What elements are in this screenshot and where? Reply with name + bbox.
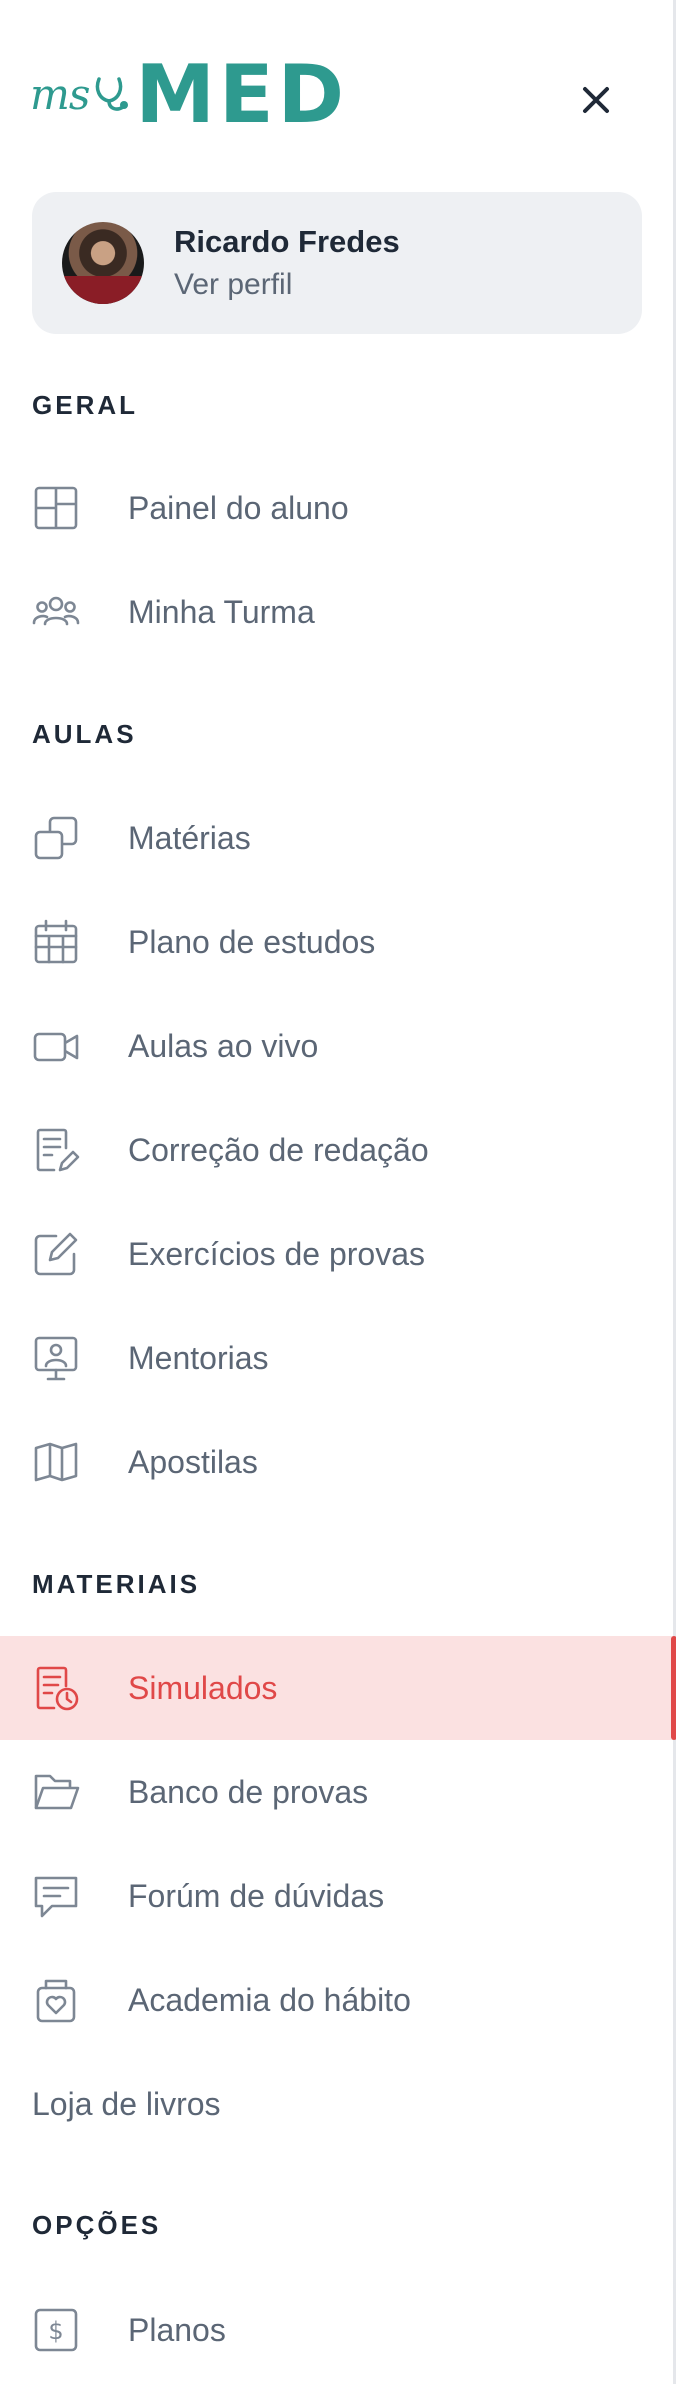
nav-item-apostilas[interactable]: Apostilas <box>0 1410 673 1514</box>
nav-item-academia-do-habito[interactable]: Academia do hábito <box>0 1948 673 2052</box>
profile-card[interactable]: Ricardo Fredes Ver perfil <box>32 192 642 334</box>
calendar-icon <box>32 918 80 966</box>
pencil-square-icon <box>32 1230 80 1278</box>
side-menu-drawer: ms MED Ricardo Fredes Ver perfil GERAL P… <box>0 0 676 2384</box>
close-icon <box>583 87 609 113</box>
nav-label: Banco de provas <box>128 1773 369 1810</box>
svg-text:$: $ <box>48 2317 63 2345</box>
nav-label: Exercícios de provas <box>128 1235 426 1272</box>
folder-open-icon <box>32 1768 80 1816</box>
users-group-icon <box>32 588 80 636</box>
nav-label: Correção de redação <box>128 1131 429 1168</box>
nav-item-materias[interactable]: Matérias <box>0 786 673 890</box>
section-aulas: AULAS <box>32 719 137 749</box>
stacked-squares-icon <box>32 814 80 862</box>
nav-item-correcao-de-redacao[interactable]: Correção de redação <box>0 1098 673 1202</box>
document-edit-icon <box>32 1126 80 1174</box>
dashboard-layout-icon <box>32 484 80 532</box>
section-geral: GERAL <box>32 390 138 420</box>
logo-wordmark: MED <box>135 48 349 141</box>
nav-label: Planos <box>128 2311 226 2348</box>
nav-label: Apostilas <box>128 1443 258 1480</box>
document-clock-icon <box>32 1664 80 1712</box>
video-camera-icon <box>32 1022 80 1070</box>
nav-label: Painel do aluno <box>128 489 349 526</box>
loja-de-livros-link[interactable]: Loja de livros <box>32 2086 221 2123</box>
profile-text: Ricardo Fredes Ver perfil <box>174 224 400 302</box>
nav-label: Forúm de dúvidas <box>128 1877 385 1914</box>
nav-label: Plano de estudos <box>128 923 376 960</box>
nav-item-painel[interactable]: Painel do aluno <box>0 456 673 560</box>
chat-message-icon <box>32 1872 80 1920</box>
nav-item-simulados[interactable]: Simulados <box>0 1636 676 1740</box>
open-book-icon <box>32 1438 80 1486</box>
msmed-logo: ms MED <box>30 55 350 135</box>
view-profile-link[interactable]: Ver perfil <box>174 268 400 302</box>
presentation-user-icon <box>32 1334 80 1382</box>
nav-item-exercicios-de-provas[interactable]: Exercícios de provas <box>0 1202 673 1306</box>
nav-item-aulas-ao-vivo[interactable]: Aulas ao vivo <box>0 994 673 1098</box>
nav-label: Mentorias <box>128 1339 269 1376</box>
dollar-badge-icon: $ <box>32 2306 80 2354</box>
nav-item-banco-de-provas[interactable]: Banco de provas <box>0 1740 673 1844</box>
stethoscope-icon <box>96 77 129 111</box>
nav-label: Simulados <box>128 1669 278 1706</box>
section-opcoes: OPÇÕES <box>32 2210 162 2240</box>
nav-item-minha-turma[interactable]: Minha Turma <box>0 560 673 664</box>
logo-prefix: ms <box>30 70 90 119</box>
nav-label: Minha Turma <box>128 593 315 630</box>
nav-item-forum-de-duvidas[interactable]: Forúm de dúvidas <box>0 1844 673 1948</box>
nav-label: Matérias <box>128 819 251 856</box>
nav-item-mentorias[interactable]: Mentorias <box>0 1306 673 1410</box>
nav-label: Aulas ao vivo <box>128 1027 319 1064</box>
profile-name: Ricardo Fredes <box>174 224 400 259</box>
heart-box-icon <box>32 1976 80 2024</box>
close-menu-button[interactable] <box>570 74 622 126</box>
nav-item-planos[interactable]: $ Planos <box>0 2278 673 2382</box>
nav-item-plano-de-estudos[interactable]: Plano de estudos <box>0 890 673 994</box>
avatar <box>62 222 144 304</box>
section-materiais: MATERIAIS <box>32 1569 201 1599</box>
nav-label: Academia do hábito <box>128 1981 411 2018</box>
